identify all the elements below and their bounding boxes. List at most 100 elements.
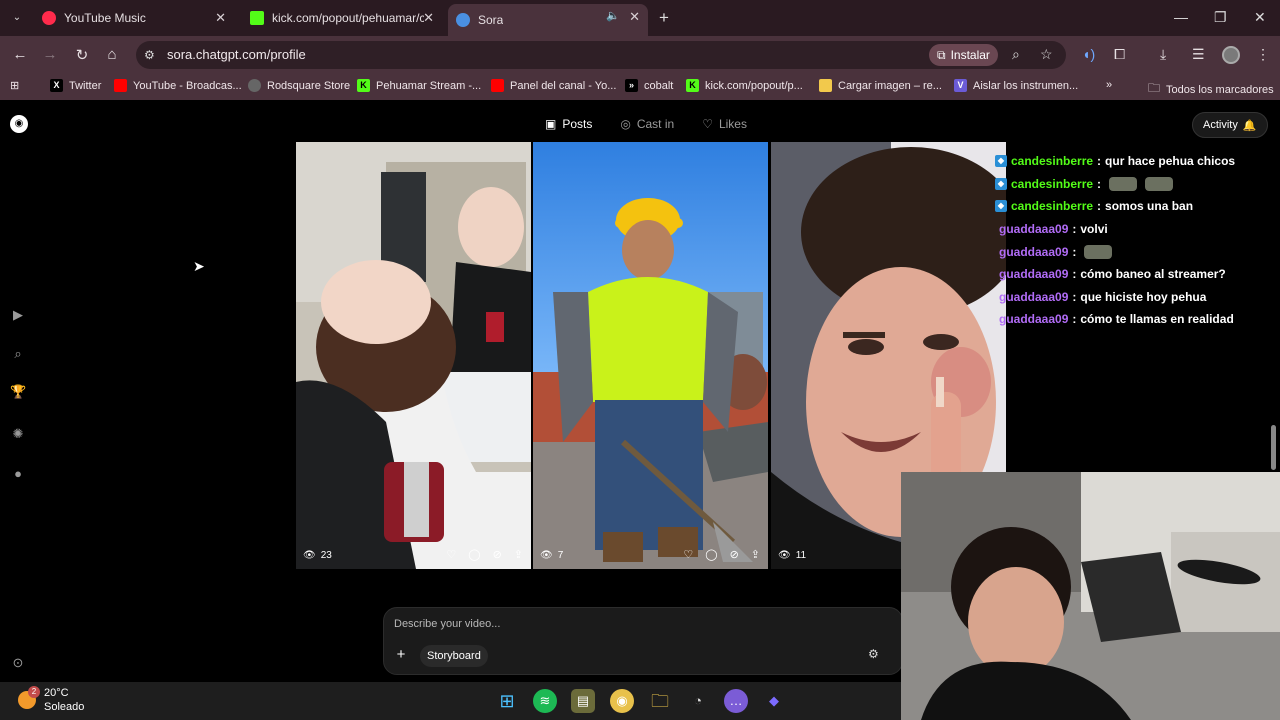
menu-icon[interactable]: ⋮ xyxy=(1256,46,1270,63)
url-text[interactable]: sora.chatgpt.com/profile xyxy=(167,47,306,62)
home-icon[interactable]: ⌂ xyxy=(102,46,122,63)
bookmark-kick-popout[interactable]: Kkick.com/popout/p... xyxy=(686,79,803,92)
chrome-icon[interactable]: ◉ xyxy=(610,689,634,713)
weather-condition[interactable]: Soleado xyxy=(44,701,84,713)
share-icon[interactable]: ⇪ xyxy=(514,548,523,561)
explore-icon[interactable]: ✺ xyxy=(10,426,26,442)
post-stats: 👁 7 xyxy=(540,550,563,561)
like-icon[interactable]: ♡ xyxy=(683,548,693,561)
tab-posts[interactable]: ▣ Posts xyxy=(545,114,592,134)
back-icon[interactable]: ← xyxy=(10,46,30,63)
close-tab-icon[interactable]: ✕ xyxy=(629,9,640,25)
chat-message: ◆ candesinberre: qur hace pehua chicos xyxy=(995,150,1280,173)
tab-kick-popout[interactable]: kick.com/popout/pehuamar/ch ✕ xyxy=(242,5,442,31)
bookmark-cobalt[interactable]: » cobalt xyxy=(625,79,673,92)
prompt-input[interactable]: Describe your video... xyxy=(394,618,500,630)
badge-icon: ◆ xyxy=(995,177,1007,190)
view-count: 7 xyxy=(557,550,564,561)
windows-start-icon[interactable]: ⊞ xyxy=(495,689,519,713)
zoom-search-icon[interactable]: ⌕ xyxy=(1012,46,1020,63)
storyboard-button[interactable]: Storyboard xyxy=(420,645,488,667)
bookmark-label: Cargar imagen – re... xyxy=(838,79,942,92)
remix-icon[interactable]: ⊘ xyxy=(493,548,502,561)
chat-text: que hiciste hoy pehua xyxy=(1080,289,1207,304)
bookmark-youtube-broadcast[interactable]: YouTube - Broadcas... xyxy=(114,79,242,92)
activity-button[interactable]: Activity 🔔 xyxy=(1192,112,1268,138)
notification-badge: 2 xyxy=(28,686,40,698)
mouse-cursor-icon: ➤ xyxy=(193,258,205,274)
tab-search-icon[interactable]: ⌄ xyxy=(9,10,25,26)
video-library-icon[interactable]: ▶ xyxy=(10,307,26,323)
bookmark-pehuamar-stream[interactable]: K Pehuamar Stream -... xyxy=(357,79,481,92)
install-icon: ⧉ xyxy=(937,47,946,62)
file-explorer-icon[interactable]: 🗀 xyxy=(648,689,672,713)
close-window-icon[interactable]: ✕ xyxy=(1254,9,1266,26)
stream-chat-overlay: ◆ candesinberre: qur hace pehua chicos ◆ ca… xyxy=(995,150,1280,331)
minimize-icon[interactable]: — xyxy=(1174,9,1188,25)
obs-icon[interactable]: ▤ xyxy=(571,689,595,713)
scrollbar-thumb[interactable] xyxy=(1271,425,1276,470)
bookmark-cargar-imagen[interactable]: Cargar imagen – re... xyxy=(819,79,942,92)
apps-icon[interactable]: ⊞ xyxy=(10,79,19,92)
comment-icon[interactable]: ◯ xyxy=(468,548,480,561)
remix-icon[interactable]: ⊘ xyxy=(730,548,739,561)
badge-icon: ◆ xyxy=(995,155,1007,168)
bookmarks-bar: ⊞ X Twitter YouTube - Broadcas... Rodsqua… xyxy=(0,74,1280,100)
settings-icon[interactable]: ⊙ xyxy=(10,655,26,671)
post-card[interactable]: 👁 23 ♡ ◯ ⊘ ⇪ xyxy=(296,142,531,569)
new-tab-button[interactable]: + xyxy=(659,8,669,28)
address-bar[interactable]: ⚙ sora.chatgpt.com/profile ⧉ Instalar ⌕ … xyxy=(136,41,1066,69)
tab-cast-in[interactable]: ◎ Cast in xyxy=(620,114,674,134)
x-icon: X xyxy=(50,79,63,92)
chat-user: candesinberre xyxy=(1011,199,1094,214)
install-label: Instalar xyxy=(950,48,990,62)
extensions-icon[interactable]: ⧠ xyxy=(1114,46,1125,63)
site-info-icon[interactable]: ⚙ xyxy=(144,48,155,62)
download-icon[interactable]: ⤓ xyxy=(1160,46,1166,63)
comment-icon[interactable]: ◯ xyxy=(705,548,717,561)
profile-avatar[interactable] xyxy=(1222,46,1240,64)
forward-icon[interactable]: → xyxy=(40,46,60,63)
chat-message: guaddaaa09: cómo baneo al streamer? xyxy=(995,263,1280,286)
eye-icon: 👁 xyxy=(303,550,316,561)
sora-logo-icon[interactable]: ◉ xyxy=(10,115,28,133)
install-app-button[interactable]: ⧉ Instalar xyxy=(929,44,998,66)
view-count: 23 xyxy=(320,550,332,561)
spotify-icon[interactable]: ≋ xyxy=(533,689,557,713)
tab-sora[interactable]: Sora 🔈 ✕ xyxy=(448,4,648,36)
close-tab-icon[interactable]: ✕ xyxy=(215,10,226,26)
tab-likes[interactable]: ♡ Likes xyxy=(702,114,747,134)
editor-app-icon[interactable]: ◆ xyxy=(762,689,786,713)
add-media-button[interactable]: + xyxy=(392,646,410,664)
sliders-icon[interactable]: ⚙ xyxy=(868,647,879,661)
restore-icon[interactable]: ❐ xyxy=(1214,9,1227,26)
profile-icon[interactable]: ● xyxy=(10,466,26,482)
more-bookmarks-icon[interactable]: » xyxy=(1106,79,1112,91)
search-icon[interactable]: ⌕ xyxy=(10,346,26,362)
chat-app-icon[interactable]: … xyxy=(724,689,748,713)
post-card[interactable]: 👁 7 ♡ ◯ ⊘ ⇪ xyxy=(533,142,768,569)
chat-separator: : xyxy=(1072,312,1077,327)
prompt-composer: Describe your video... + Storyboard ⚙ xyxy=(383,607,903,675)
like-icon[interactable]: ♡ xyxy=(446,548,456,561)
share-icon[interactable]: ⇪ xyxy=(751,548,760,561)
bookmark-twitter[interactable]: X Twitter xyxy=(50,79,101,92)
media-control-icon[interactable]: ☰ xyxy=(1192,46,1205,63)
bookmark-panel-canal[interactable]: Panel del canal - Yo... xyxy=(491,79,616,92)
bookmark-rodsquare[interactable]: Rodsquare Store xyxy=(248,79,350,92)
audio-icon[interactable]: ◖) xyxy=(1082,46,1095,62)
trophy-icon[interactable]: 🏆 xyxy=(10,384,26,400)
all-bookmarks-folder[interactable]: 🗀 Todos los marcadores xyxy=(1148,79,1274,100)
reload-icon[interactable]: ↻ xyxy=(72,46,92,64)
bookmark-star-icon[interactable]: ☆ xyxy=(1040,46,1053,63)
heart-icon: ♡ xyxy=(702,117,713,131)
clock-app-icon[interactable]: ◔ xyxy=(686,689,710,713)
bookmark-aislar[interactable]: V Aislar los instrumen... xyxy=(954,79,1078,92)
weather-temperature[interactable]: 20°C xyxy=(44,687,69,699)
chat-user: guaddaaa09 xyxy=(999,222,1069,237)
v-icon: V xyxy=(954,79,967,92)
mute-tab-icon[interactable]: 🔈 xyxy=(606,9,620,22)
tab-youtube-music[interactable]: YouTube Music ✕ xyxy=(34,5,234,31)
chat-text: cómo te llamas en realidad xyxy=(1080,312,1234,327)
close-tab-icon[interactable]: ✕ xyxy=(423,10,434,26)
